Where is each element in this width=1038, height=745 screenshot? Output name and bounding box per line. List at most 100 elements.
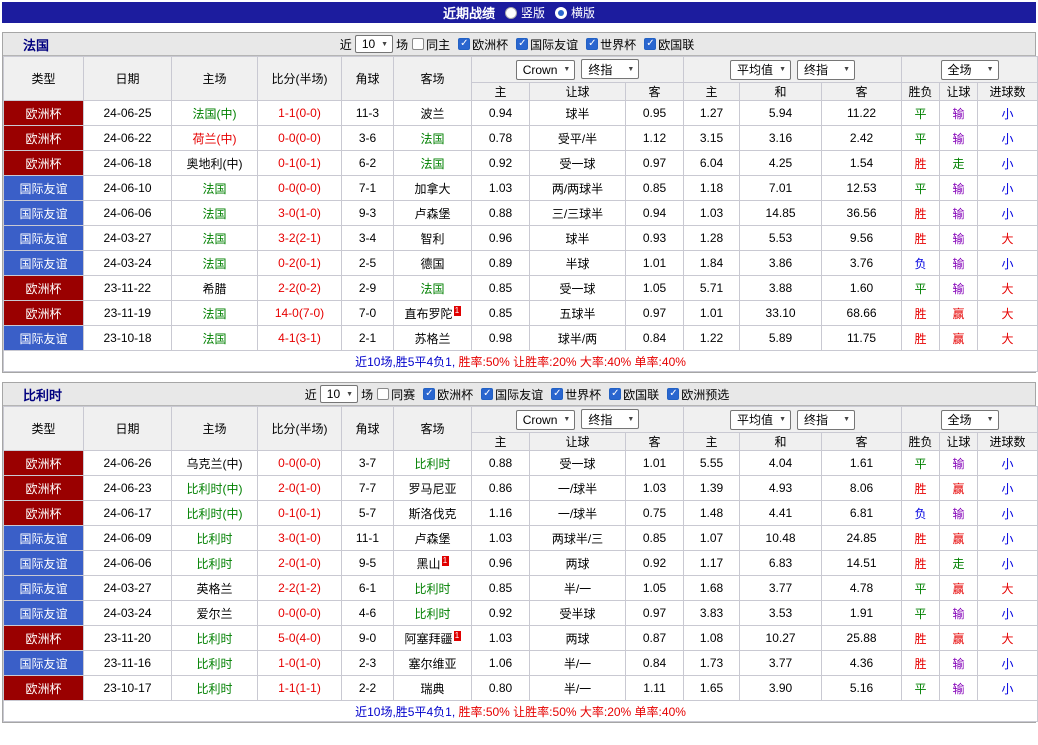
avg-home-cell: 1.03 (683, 200, 741, 226)
date-cell: 24-06-17 (83, 500, 172, 526)
same-filter-checkbox[interactable] (412, 38, 425, 50)
competition-filter-4-checkbox[interactable] (667, 388, 680, 400)
competition-filter-3-label[interactable]: 欧国联 (609, 386, 659, 403)
competition-filter-2-checkbox[interactable] (586, 38, 599, 50)
odds-time-dropdown-value: 终指 (588, 412, 613, 427)
filter-controls: 近 10 ▼ 场 同主 欧洲杯 国际友谊 世界杯 欧国联 (340, 35, 698, 53)
match-row: 欧洲杯 24-06-23 比利时(中) 2-0(1-0) 7-7 罗马尼亚 0.86 一/球半… (3, 475, 1038, 501)
handicap-cell: 受一球 (529, 275, 626, 301)
odds-away-cell: 0.97 (624, 150, 685, 176)
avg-away-cell: 4.78 (821, 575, 903, 601)
avg-away-cell: 8.06 (821, 475, 903, 501)
date-cell: 24-06-26 (83, 450, 172, 476)
avg-time-dropdown[interactable]: 终指 ▼ (797, 409, 855, 430)
competition-type-cell: 国际友谊 (3, 225, 84, 251)
match-row: 国际友谊 24-06-06 比利时 2-0(1-0) 9-5 黑山 1 0.96 两球 0.92 1… (3, 550, 1038, 576)
odds-home-cell: 0.92 (471, 600, 530, 626)
match-row: 欧洲杯 23-11-19 法国 14-0(7-0) 7-0 直布罗陀 1 0.85 五球半 0.9… (3, 300, 1038, 326)
result-cell: 平 (901, 575, 941, 601)
match-row: 国际友谊 24-03-27 英格兰 2-2(1-2) 6-1 比利时 0.85 半/一 1.05… (3, 575, 1038, 601)
view-option-vertical[interactable]: 竖版 (504, 4, 545, 21)
competition-filter-4-label[interactable]: 欧洲预选 (667, 386, 729, 403)
avg-home-cell: 1.08 (683, 625, 741, 651)
same-filter-text: 同主 (426, 37, 451, 52)
result-cell: 胜 (901, 225, 941, 251)
competition-type-cell: 欧洲杯 (3, 675, 84, 701)
same-filter-label[interactable]: 同赛 (377, 386, 415, 403)
competition-filter-1-label[interactable]: 国际友谊 (516, 36, 578, 53)
bookmaker-dropdown[interactable]: Crown ▼ (515, 409, 576, 430)
score-cell: 14-0(7-0) (257, 300, 342, 326)
competition-filter-2-label[interactable]: 世界杯 (551, 386, 601, 403)
competition-filter-0-label[interactable]: 欧洲杯 (458, 36, 508, 53)
same-filter-label[interactable]: 同主 (412, 36, 450, 53)
avg-away-cell: 9.56 (821, 225, 903, 251)
odds-home-cell: 0.94 (471, 100, 530, 126)
sub-column-header: 主 (471, 432, 530, 451)
competition-filter-0-checkbox[interactable] (423, 388, 436, 400)
score-cell: 1-1(0-0) (257, 100, 342, 126)
result-cell: 负 (901, 500, 941, 526)
team-name: 法国 (23, 37, 50, 53)
competition-filter-0-label[interactable]: 欧洲杯 (423, 386, 473, 403)
sub-column-header: 胜负 (901, 432, 941, 451)
odds-home-cell: 0.85 (471, 275, 530, 301)
handicap-result-cell: 输 (939, 650, 979, 676)
date-cell: 23-11-22 (83, 275, 172, 301)
column-header: 类型 (3, 406, 84, 451)
away-team-cell: 波兰 (393, 100, 472, 126)
avg-home-cell: 1.07 (683, 525, 741, 551)
sub-column-header: 和 (739, 82, 823, 101)
view-option-horizontal[interactable]: 横版 (555, 4, 595, 21)
competition-filter-1-checkbox[interactable] (481, 388, 494, 400)
period-dropdown[interactable]: 全场 ▼ (940, 409, 999, 430)
competition-filter-3-checkbox[interactable] (644, 38, 657, 50)
chevron-down-icon: ▼ (986, 66, 994, 73)
chevron-down-icon: ▼ (346, 390, 354, 398)
column-header: 客场 (393, 56, 472, 101)
corner-cell: 9-5 (341, 550, 394, 576)
competition-filter-0-checkbox[interactable] (458, 38, 471, 50)
recent-count-dropdown[interactable]: 10 ▼ (354, 35, 394, 53)
competition-filter-2-checkbox[interactable] (551, 388, 564, 400)
competition-type-cell: 国际友谊 (3, 600, 84, 626)
bookmaker-dropdown[interactable]: Crown ▼ (515, 59, 576, 80)
handicap-cell: 球半/两 (529, 325, 626, 351)
odds-home-cell: 0.92 (471, 150, 530, 176)
column-header: 主场 (171, 56, 258, 101)
corner-cell: 2-3 (341, 650, 394, 676)
average-dropdown[interactable]: 平均值 ▼ (730, 409, 791, 430)
bookmaker-dropdown-value: Crown (522, 62, 558, 77)
competition-filter-3-checkbox[interactable] (609, 388, 622, 400)
competition-type-cell: 国际友谊 (3, 575, 84, 601)
avg-time-dropdown[interactable]: 终指 ▼ (797, 59, 855, 80)
avg-home-cell: 1.73 (683, 650, 741, 676)
odds-header-cell: Crown ▼ 终指 ▼ (470, 56, 685, 83)
score-cell: 2-0(1-0) (257, 550, 342, 576)
competition-filter-3-label[interactable]: 欧国联 (644, 36, 694, 53)
odds-home-cell: 0.88 (471, 450, 530, 476)
recent-count-dropdown[interactable]: 10 ▼ (319, 385, 359, 403)
odds-time-dropdown[interactable]: 终指 ▼ (581, 59, 640, 80)
odds-time-dropdown[interactable]: 终指 ▼ (581, 409, 640, 430)
same-filter-checkbox[interactable] (377, 388, 390, 400)
home-team-cell: 法国 (171, 175, 258, 201)
period-dropdown[interactable]: 全场 ▼ (940, 59, 999, 80)
competition-filter-1-label[interactable]: 国际友谊 (481, 386, 543, 403)
date-cell: 24-06-18 (83, 150, 172, 176)
score-cell: 0-1(0-1) (257, 150, 342, 176)
average-dropdown[interactable]: 平均值 ▼ (730, 59, 791, 80)
avg-home-cell: 1.17 (683, 550, 741, 576)
competition-filter-2-label[interactable]: 世界杯 (586, 36, 636, 53)
chevron-down-icon: ▼ (381, 40, 389, 48)
team-section: 比利时近10▼场同赛欧洲杯国际友谊世界杯欧国联欧洲预选类型日期主场比分(半场)角… (2, 382, 1038, 723)
sub-column-header: 主 (471, 82, 530, 101)
avg-away-cell: 25.88 (821, 625, 903, 651)
competition-filter-2-text: 世界杯 (600, 37, 637, 52)
avg-away-cell: 12.53 (821, 175, 903, 201)
goals-result-cell: 小 (977, 125, 1038, 151)
chevron-down-icon: ▼ (627, 415, 635, 423)
home-team-cell: 比利时 (171, 550, 258, 576)
avg-home-cell: 1.65 (683, 675, 741, 701)
competition-filter-1-checkbox[interactable] (516, 38, 529, 50)
